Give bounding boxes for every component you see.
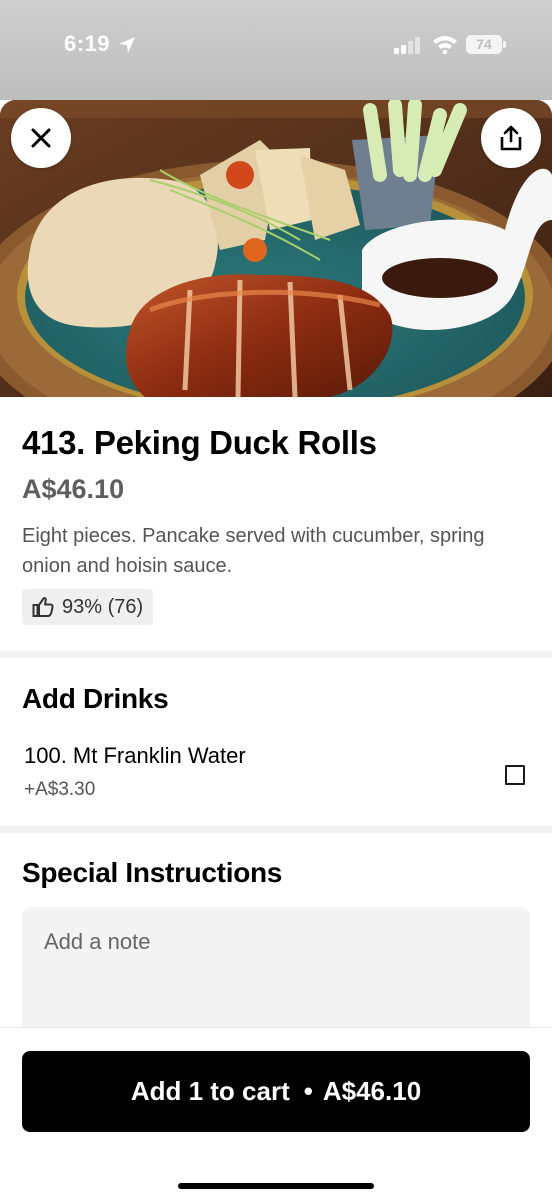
drink-option-row[interactable]: 100. Mt Franklin Water +A$3.30 [0, 735, 552, 805]
section-divider [0, 826, 552, 833]
food-photo [0, 100, 552, 397]
status-bar: 6:19 74 [0, 0, 552, 100]
special-instructions-title: Special Instructions [22, 857, 283, 888]
close-button[interactable] [11, 108, 71, 168]
thumbs-up-icon [32, 597, 54, 617]
location-arrow-icon [119, 37, 135, 53]
add-to-cart-price: A$46.10 [322, 1076, 422, 1106]
add-to-cart-button[interactable]: Add 1 to cart • A$46.10 [22, 1051, 530, 1132]
item-title: 413. Peking Duck Rolls [22, 424, 377, 461]
add-drinks-title: Add Drinks [22, 683, 169, 714]
drink-option-checkbox[interactable] [505, 765, 525, 785]
home-indicator[interactable] [178, 1183, 374, 1189]
share-button[interactable] [481, 108, 541, 168]
close-icon [31, 128, 51, 148]
item-price: A$46.10 [22, 474, 125, 504]
battery-level: 74 [476, 36, 492, 52]
rating-text: 93% (76) [62, 595, 144, 618]
status-time: 6:19 [64, 31, 111, 56]
drink-option-name: 100. Mt Franklin Water [24, 743, 246, 768]
add-to-cart-separator: • [303, 1076, 313, 1106]
cellular-signal-icon [394, 37, 420, 54]
drink-option-price: +A$3.30 [24, 779, 96, 800]
share-icon [500, 125, 522, 151]
bottom-bar: Add 1 to cart • A$46.10 [0, 1027, 552, 1200]
rating-badge: 93% (76) [22, 589, 154, 625]
food-photo-illustration [0, 100, 552, 397]
item-detail-screen: 6:19 74 413. Peking Duck Rolls A$46.10 E… [0, 0, 552, 1200]
item-description: Eight pieces. Pancake served with cucumb… [22, 525, 485, 577]
add-to-cart-label: Add 1 to cart [130, 1076, 290, 1106]
battery-icon: 74 [466, 35, 506, 54]
section-divider [0, 651, 552, 658]
wifi-icon [433, 36, 457, 54]
special-instructions-input[interactable] [22, 907, 530, 1047]
